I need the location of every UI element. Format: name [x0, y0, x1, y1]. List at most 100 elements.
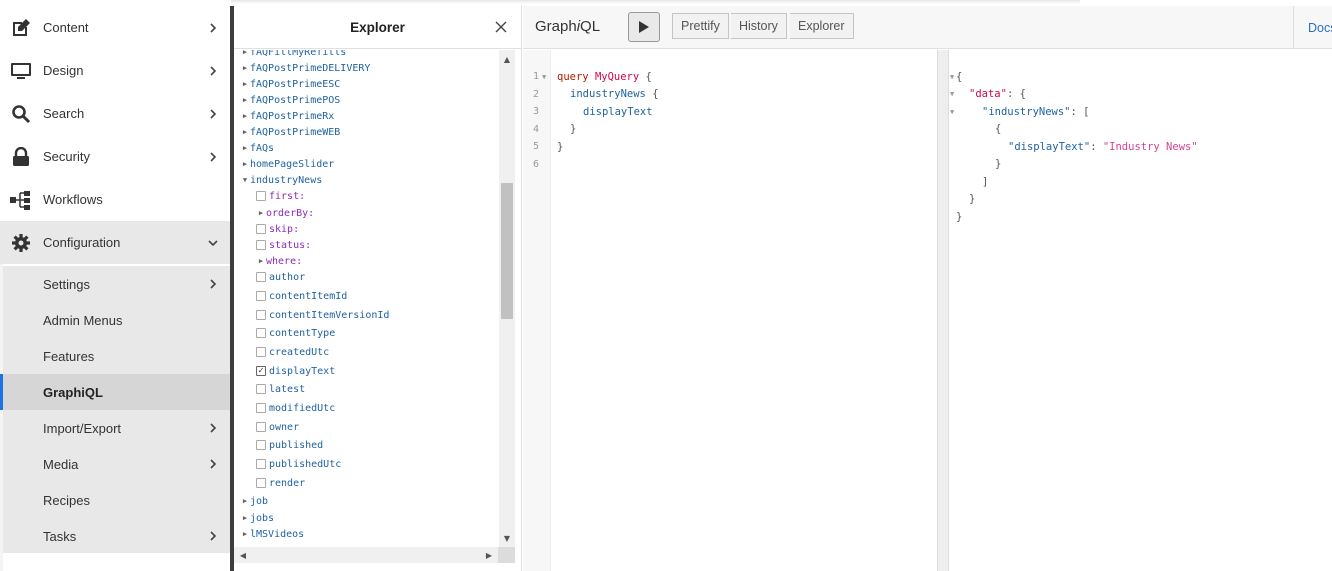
caret-right-icon[interactable]: ▶	[240, 128, 250, 136]
explorer-row[interactable]: author	[256, 269, 305, 285]
explorer-row[interactable]: latest	[256, 381, 305, 397]
fold-arrow-icon[interactable]: ▼	[950, 73, 954, 81]
explorer-row[interactable]: ▶ homePageSlider	[240, 156, 334, 172]
explorer-row[interactable]: ▶ fAQPostPrimeESC	[240, 76, 340, 92]
caret-right-icon[interactable]: ▶	[256, 209, 266, 217]
scroll-right-arrow-icon[interactable]: ▶	[482, 547, 496, 563]
caret-right-icon[interactable]: ▶	[240, 160, 250, 168]
checkbox[interactable]	[256, 224, 266, 234]
submenu-item-features[interactable]: Features	[3, 338, 230, 374]
explorer-row[interactable]: owner	[256, 419, 299, 435]
caret-right-icon[interactable]: ▶	[256, 257, 266, 265]
sidebar-item-content[interactable]: Content	[0, 6, 230, 49]
explorer-button[interactable]: Explorer	[790, 13, 854, 39]
checkbox[interactable]	[256, 272, 266, 282]
sidebar-item-workflows[interactable]: Workflows	[0, 178, 230, 221]
explorer-row[interactable]: ▶ job	[240, 493, 268, 509]
caret-right-icon[interactable]: ▶	[240, 50, 250, 56]
fold-arrow-icon[interactable]: ▼	[950, 108, 954, 116]
checkbox[interactable]	[256, 422, 266, 432]
explorer-row-label: fAQFillMyRefills	[250, 50, 347, 58]
sidebar-item-configuration[interactable]: Configuration	[0, 221, 230, 264]
explorer-row[interactable]: ▶ orderBy:	[256, 205, 314, 221]
docs-button[interactable]: Docs	[1293, 6, 1332, 49]
caret-down-icon[interactable]: ▼	[240, 176, 250, 184]
explorer-row[interactable]: skip:	[256, 221, 299, 237]
explorer-row[interactable]: ▶ fAQPostPrimeWEB	[240, 124, 340, 140]
explorer-row[interactable]: ▶ where:	[256, 253, 302, 269]
explorer-row[interactable]: published	[256, 437, 323, 453]
sidebar-item-security[interactable]: Security	[0, 135, 230, 178]
sidebar-item-label: Workflows	[43, 192, 103, 207]
close-icon[interactable]	[495, 21, 507, 33]
explorer-row[interactable]: ▶ fAQs	[240, 140, 274, 156]
checkbox[interactable]	[256, 310, 266, 320]
prettify-button[interactable]: Prettify	[672, 13, 729, 39]
editor-result-divider[interactable]	[937, 50, 949, 571]
explorer-row-label: homePageSlider	[250, 158, 335, 170]
caret-right-icon[interactable]: ▶	[240, 497, 250, 505]
execute-query-button[interactable]	[628, 12, 660, 42]
checkbox[interactable]	[256, 328, 266, 338]
caret-right-icon[interactable]: ▶	[240, 144, 250, 152]
checkbox[interactable]	[256, 440, 266, 450]
submenu-item-admin-menus[interactable]: Admin Menus	[3, 302, 230, 338]
caret-right-icon[interactable]: ▶	[240, 64, 250, 72]
explorer-row[interactable]: status:	[256, 237, 311, 253]
explorer-row[interactable]: contentItemId	[256, 288, 347, 304]
explorer-row-label: status:	[269, 239, 312, 251]
explorer-row[interactable]: ✓ displayText	[256, 363, 335, 379]
checkbox[interactable]	[256, 478, 266, 488]
submenu-item-media[interactable]: Media	[3, 446, 230, 482]
scroll-down-arrow-icon[interactable]: ▼	[499, 531, 515, 545]
submenu-item-tasks[interactable]: Tasks	[3, 518, 230, 554]
explorer-row[interactable]: ▶ fAQPostPrimePOS	[240, 92, 340, 108]
submenu-item-graphiql[interactable]: GraphiQL	[0, 374, 230, 410]
fold-arrow-icon[interactable]: ▼	[950, 90, 954, 98]
fold-arrow-icon[interactable]: ▼	[542, 73, 546, 81]
explorer-vertical-scrollbar[interactable]: ▲ ▼	[499, 50, 515, 547]
explorer-horizontal-scrollbar[interactable]: ◀ ▶	[234, 547, 515, 563]
scrollbar-thumb[interactable]	[501, 183, 513, 319]
checkbox[interactable]	[256, 384, 266, 394]
scroll-left-arrow-icon[interactable]: ◀	[236, 547, 250, 563]
checkbox[interactable]	[256, 291, 266, 301]
explorer-row[interactable]: ▶ lMSVideos	[240, 526, 304, 542]
checkbox[interactable]	[256, 191, 266, 201]
chevron-right-icon	[210, 459, 217, 469]
explorer-row[interactable]: ▶ jobs	[240, 510, 274, 526]
submenu-item-settings[interactable]: Settings	[3, 266, 230, 302]
explorer-row[interactable]: ▼ industryNews	[240, 172, 322, 188]
explorer-row[interactable]: createdUtc	[256, 344, 329, 360]
explorer-row[interactable]: contentItemVersionId	[256, 307, 389, 323]
sidebar-item-search[interactable]: Search	[0, 92, 230, 135]
caret-right-icon[interactable]: ▶	[240, 96, 250, 104]
explorer-row[interactable]: first:	[256, 188, 305, 204]
checkbox[interactable]	[256, 347, 266, 357]
checkbox[interactable]: ✓	[256, 366, 266, 376]
caret-right-icon[interactable]: ▶	[240, 80, 250, 88]
explorer-row[interactable]: contentType	[256, 325, 335, 341]
scroll-up-arrow-icon[interactable]: ▲	[499, 52, 515, 66]
caret-right-icon[interactable]: ▶	[240, 530, 250, 538]
submenu-item-import-export[interactable]: Import/Export	[3, 410, 230, 446]
history-button[interactable]: History	[731, 13, 787, 39]
caret-right-icon[interactable]: ▶	[240, 514, 250, 522]
checkbox[interactable]	[256, 459, 266, 469]
explorer-row[interactable]: ▶ fAQPostPrimeDELIVERY	[240, 60, 371, 76]
explorer-row[interactable]: modifiedUtc	[256, 400, 335, 416]
chevron-right-icon	[210, 279, 217, 289]
caret-right-icon[interactable]: ▶	[240, 112, 250, 120]
query-editor[interactable]: 1 ▼ query MyQuery { 2 industryNews { 3 d…	[523, 50, 937, 571]
checkbox[interactable]	[256, 240, 266, 250]
explorer-row[interactable]: ▶ fAQFillMyRefills	[240, 50, 346, 60]
explorer-row[interactable]: render	[256, 475, 305, 491]
submenu-item-recipes[interactable]: Recipes	[3, 482, 230, 518]
explorer-row-label: displayText	[269, 365, 336, 377]
explorer-row-label: contentItemId	[269, 290, 348, 302]
explorer-row[interactable]: ▶ fAQPostPrimeRx	[240, 108, 334, 124]
explorer-row[interactable]: publishedUtc	[256, 456, 341, 472]
graphiql-toolbar: GraphiQL Prettify History Explorer Docs	[523, 6, 1332, 49]
checkbox[interactable]	[256, 403, 266, 413]
sidebar-item-design[interactable]: Design	[0, 49, 230, 92]
